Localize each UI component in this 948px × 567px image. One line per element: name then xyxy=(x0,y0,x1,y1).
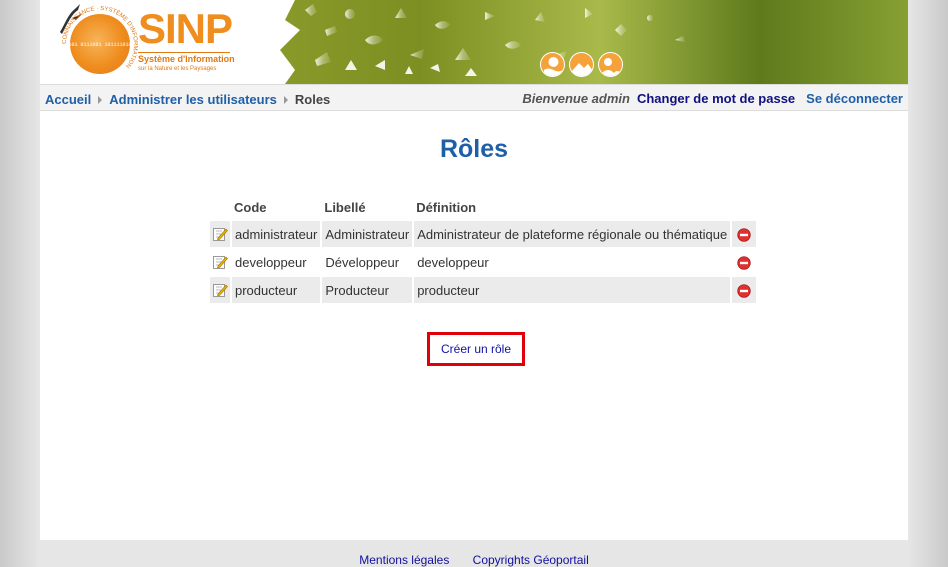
delete-cell xyxy=(732,277,757,303)
edit-cell xyxy=(210,249,230,275)
edit-icon[interactable] xyxy=(212,254,228,270)
table-row: administrateur Administrateur Administra… xyxy=(210,221,757,247)
cell-definition: Administrateur de plateforme régionale o… xyxy=(414,221,731,247)
cell-libelle: Développeur xyxy=(322,249,413,275)
cell-code: producteur xyxy=(232,277,321,303)
page-title: Rôles xyxy=(439,135,509,163)
delete-icon[interactable] xyxy=(737,256,751,270)
delete-cell xyxy=(732,249,757,275)
roles-table: Code Libellé Définition administrateur A… xyxy=(208,195,758,305)
logo-subtitle: Système d'Information xyxy=(138,54,235,64)
breadcrumb: Accueil Administrer les utilisateurs Rol… xyxy=(45,92,330,107)
cell-definition: developpeur xyxy=(414,249,731,275)
account-links: Bienvenue admin Changer de mot de passe … xyxy=(522,91,903,106)
logout-link[interactable]: Se déconnecter xyxy=(806,91,903,106)
logo-ring-text: CONNAISSANCE · SYSTÈME D'INFORMATION 010… xyxy=(62,6,138,69)
cell-libelle: Administrateur xyxy=(322,221,413,247)
breadcrumb-home-link[interactable]: Accueil xyxy=(45,92,91,107)
logo-divider xyxy=(138,52,230,53)
svg-text:0101 0111001 1011110100: 0101 0111001 1011110100 xyxy=(65,42,134,48)
logo-tagline: sur la Nature et les Paysages xyxy=(138,66,217,72)
cell-definition: producteur xyxy=(414,277,731,303)
logo-title: SINP xyxy=(138,5,233,52)
page-container: CONNAISSANCE · SYSTÈME D'INFORMATION 010… xyxy=(40,0,908,540)
svg-text:CONNAISSANCE · SYSTÈME D'INFOR: CONNAISSANCE · SYSTÈME D'INFORMATION xyxy=(62,6,138,69)
breadcrumb-separator-icon xyxy=(98,95,103,104)
landscape-theme-icon[interactable] xyxy=(569,52,594,77)
header-spacer xyxy=(732,197,756,219)
column-header-libelle: Libellé xyxy=(324,199,366,215)
table-header-row: Code Libellé Définition xyxy=(210,197,756,219)
breadcrumb-separator-icon xyxy=(283,95,288,104)
navigation-bar: Accueil Administrer les utilisateurs Rol… xyxy=(40,84,908,111)
water-theme-icon[interactable] xyxy=(540,52,565,77)
change-password-link[interactable]: Changer de mot de passe xyxy=(637,91,795,106)
delete-cell xyxy=(732,221,757,247)
create-role-button[interactable]: Créer un rôle xyxy=(427,332,525,366)
edit-icon[interactable] xyxy=(212,226,228,242)
column-header-code: Code xyxy=(234,199,267,215)
cell-libelle: Producteur xyxy=(322,277,413,303)
header-banner: CONNAISSANCE · SYSTÈME D'INFORMATION 010… xyxy=(40,0,908,84)
delete-icon[interactable] xyxy=(737,284,751,298)
edit-cell xyxy=(210,277,230,303)
cell-code: administrateur xyxy=(232,221,321,247)
breadcrumb-admin-users-link[interactable]: Administrer les utilisateurs xyxy=(109,92,277,107)
welcome-text: Bienvenue admin xyxy=(522,91,630,106)
nature-theme-icon[interactable] xyxy=(598,52,623,77)
header-spacer xyxy=(210,197,230,219)
cell-code: developpeur xyxy=(232,249,321,275)
edit-cell xyxy=(210,221,230,247)
theme-icons xyxy=(540,52,623,77)
breadcrumb-current: Roles xyxy=(294,92,331,107)
delete-icon[interactable] xyxy=(737,228,751,242)
edit-icon[interactable] xyxy=(212,282,228,298)
column-header-definition: Définition xyxy=(416,199,477,215)
table-row: producteur Producteur producteur xyxy=(210,277,757,303)
table-row: developpeur Développeur developpeur xyxy=(210,249,757,275)
